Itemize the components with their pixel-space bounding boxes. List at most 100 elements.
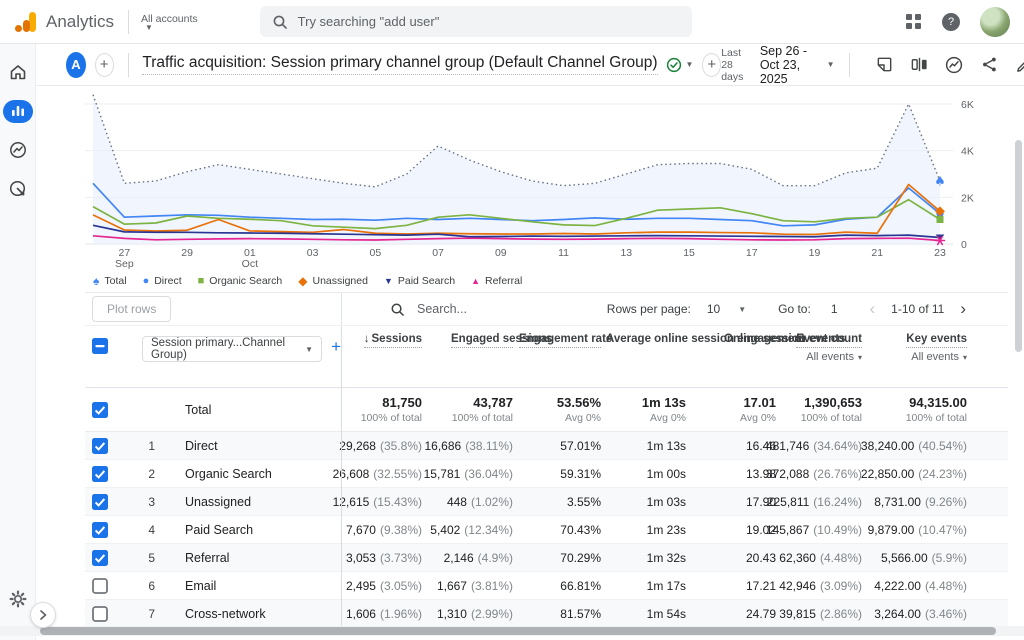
metric-cell: 1,606(1.96%) — [341, 600, 430, 627]
legend-item: ■Organic Search — [198, 275, 283, 287]
chevron-down-icon[interactable]: ▼ — [827, 60, 835, 69]
pagination-range: 1-10 of 11 — [891, 302, 944, 316]
account-switcher[interactable]: All accounts ▼ — [141, 13, 198, 31]
sidebar-item-explore[interactable] — [3, 138, 33, 162]
report-header: A + Traffic acquisition: Session primary… — [36, 44, 1024, 86]
legend-label: Unassigned — [312, 275, 367, 287]
expand-sidebar-button[interactable] — [30, 602, 56, 628]
gear-icon — [8, 589, 28, 609]
sidebar-item-reports[interactable] — [3, 99, 33, 123]
row-checkbox[interactable] — [92, 522, 108, 538]
table-row[interactable]: 6Email2,495(3.05%)1,667(3.81%)66.81%1m 1… — [85, 572, 1008, 600]
metric-cell: 1,667(3.81%) — [430, 572, 521, 599]
column-header-online-session-events[interactable]: Online session events — [694, 326, 784, 387]
help-icon[interactable]: ? — [942, 13, 960, 31]
sidebar-item-admin[interactable] — [8, 589, 28, 614]
metric-cell: 57.01% — [521, 432, 609, 459]
row-checkbox[interactable] — [92, 494, 108, 510]
row-number: 3 — [140, 495, 155, 509]
vertical-scrollbar[interactable] — [1015, 140, 1022, 352]
metric-filter-select[interactable]: All events▾ — [911, 351, 967, 363]
metric-filter-select[interactable]: All events▾ — [806, 351, 862, 363]
column-header-label: Engagement rate — [519, 333, 601, 348]
column-header-key-events[interactable]: Key eventsAll events▾ — [870, 326, 1008, 387]
global-search-input[interactable]: Try searching "add user" — [260, 6, 692, 37]
share-icon[interactable] — [976, 52, 1002, 78]
customize-report-icon[interactable] — [1011, 52, 1024, 78]
apps-grid-icon[interactable] — [906, 14, 922, 30]
column-header-engagement-rate[interactable]: Engagement rate — [521, 326, 609, 387]
table-row[interactable]: 5Referral3,053(3.73%)2,146(4.9%)70.29%1m… — [85, 544, 1008, 572]
metric-total-cell: 1m 13sAvg 0% — [609, 388, 694, 431]
legend-item: ◆Unassigned — [298, 275, 368, 287]
svg-text:Oct: Oct — [242, 258, 258, 270]
comparison-icon[interactable] — [906, 52, 932, 78]
sidebar-item-advertising[interactable] — [3, 177, 33, 201]
metric-cell: 1m 13s — [609, 432, 694, 459]
go-to-page-input[interactable]: 1 — [831, 302, 838, 316]
plot-rows-button[interactable]: Plot rows — [92, 296, 171, 322]
table-search-input[interactable]: Search... Rows per page: 10 ▼ Go to: 1 ‹… — [341, 293, 1008, 325]
metric-cell: 29,268(35.8%) — [341, 432, 430, 459]
report-title[interactable]: Traffic acquisition: Session primary cha… — [142, 54, 657, 75]
dimension-selector[interactable]: Session primary...Channel Group) ▼ — [142, 336, 322, 362]
svg-text:09: 09 — [495, 247, 507, 259]
rows-per-page-select[interactable]: 10 — [707, 302, 720, 316]
workspace-avatar[interactable]: A — [66, 52, 86, 78]
next-page-icon[interactable]: › — [960, 299, 966, 319]
metric-cell: 42,946(3.09%) — [784, 572, 870, 599]
table-header-row: Session primary...Channel Group) ▼ + ↓Se… — [85, 326, 1008, 388]
select-all-checkbox[interactable] — [92, 338, 108, 354]
column-header-event-count[interactable]: Event countAll events▾ — [784, 326, 870, 387]
user-avatar[interactable] — [980, 7, 1010, 37]
metric-cell: 1m 03s — [609, 488, 694, 515]
add-dimension-button[interactable]: + — [331, 336, 341, 358]
row-number: 1 — [140, 439, 155, 453]
row-checkbox[interactable] — [92, 438, 108, 454]
metric-cell: 372,088(26.76%) — [784, 460, 870, 487]
date-range-picker[interactable]: Sep 26 - Oct 23, 2025 — [760, 44, 819, 86]
saved-check-icon[interactable] — [666, 57, 682, 73]
chevron-down-icon[interactable]: ▼ — [686, 60, 694, 69]
table-row[interactable]: 7Cross-network1,606(1.96%)1,310(2.99%)81… — [85, 600, 1008, 628]
add-report-button[interactable]: + — [702, 53, 721, 77]
table-row[interactable]: 4Paid Search7,670(9.38%)5,402(12.34%)70.… — [85, 516, 1008, 544]
report-content: 6K4K2K0♠27Sep2901Oct03050709111315171921… — [36, 86, 1024, 640]
table-row[interactable]: 3Unassigned12,615(15.43%)448(1.02%)3.55%… — [85, 488, 1008, 516]
previous-page-icon[interactable]: ‹ — [870, 299, 876, 319]
metric-total-cell: 1,390,653100% of total — [784, 388, 870, 431]
table-search-placeholder: Search... — [417, 302, 467, 316]
metric-cell: 9,879.00(10.47%) — [870, 516, 1008, 543]
svg-text:2K: 2K — [961, 192, 974, 204]
metric-cell: 1m 17s — [609, 572, 694, 599]
sidebar-item-home[interactable] — [3, 60, 33, 84]
add-comparison-button[interactable]: + — [95, 53, 114, 77]
row-checkbox[interactable] — [92, 578, 108, 594]
horizontal-scrollbar[interactable] — [0, 626, 1024, 636]
chevron-down-icon: ▼ — [305, 345, 313, 354]
insights-icon[interactable] — [941, 52, 967, 78]
metric-cell: 481,746(34.64%) — [784, 432, 870, 459]
chevron-down-icon[interactable]: ▼ — [738, 305, 746, 314]
table-row[interactable]: 2Organic Search26,608(32.55%)15,781(36.0… — [85, 460, 1008, 488]
legend-label: Organic Search — [209, 275, 282, 287]
analytics-logo[interactable]: Analytics — [0, 10, 114, 34]
metric-cell: 17.21 — [694, 572, 784, 599]
column-header-sessions[interactable]: ↓Sessions — [341, 326, 430, 387]
nav-sidebar — [0, 44, 36, 640]
home-icon — [8, 62, 28, 82]
explore-icon — [8, 140, 28, 160]
svg-text:0: 0 — [961, 239, 967, 251]
target-icon — [8, 179, 28, 199]
row-checkbox[interactable] — [92, 550, 108, 566]
table-row[interactable]: 1Direct29,268(35.8%)16,686(38.11%)57.01%… — [85, 432, 1008, 460]
row-checkbox[interactable] — [92, 466, 108, 482]
scrollbar-thumb[interactable] — [40, 627, 996, 635]
column-header-engaged-sessions[interactable]: Engaged sessions — [430, 326, 521, 387]
row-checkbox[interactable] — [92, 606, 108, 622]
notes-icon[interactable] — [871, 52, 897, 78]
row-checkbox[interactable] — [92, 402, 108, 418]
column-header-average-online-session-engagement[interactable]: Average online session engagement — [609, 326, 694, 387]
divider — [128, 53, 129, 77]
svg-text:13: 13 — [620, 247, 632, 259]
